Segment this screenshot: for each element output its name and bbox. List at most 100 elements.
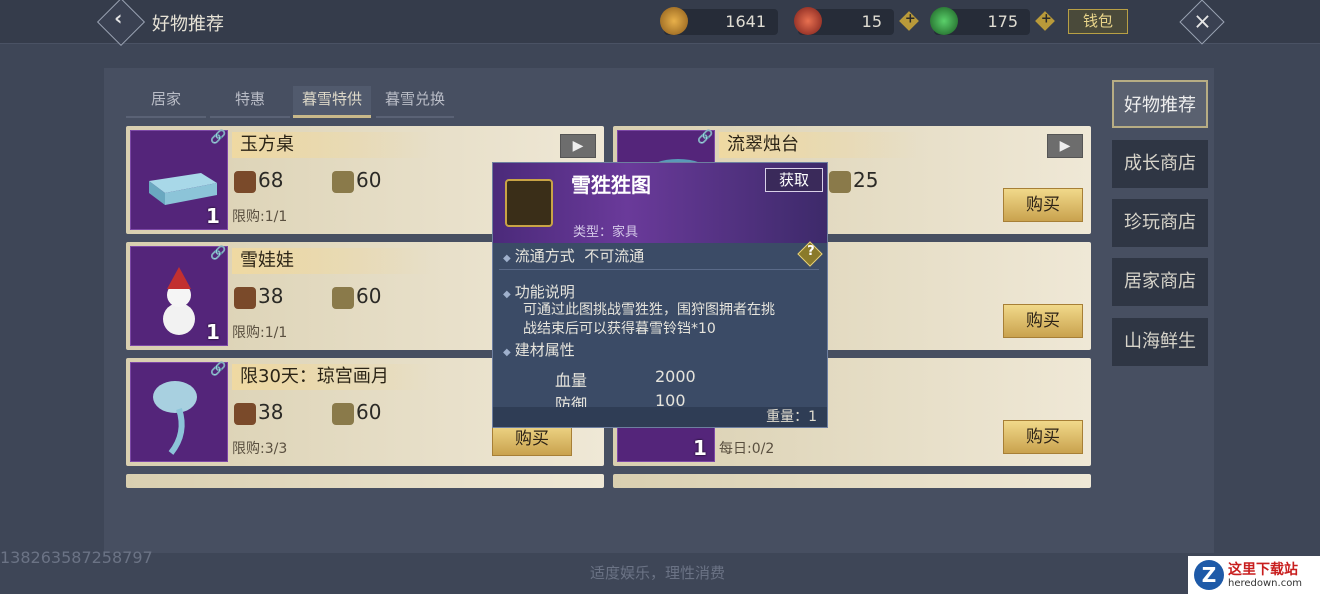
plus-icon: + (1040, 11, 1052, 27)
sidebar-item-growth[interactable]: 成长商店 (1112, 140, 1208, 188)
shop-sidebar: 好物推荐 成长商店 珍玩商店 居家商店 山海鲜生 (1104, 68, 1216, 553)
tab-muxue-exchange[interactable]: 暮雪兑换 (376, 86, 454, 118)
buy-button[interactable]: 购买 (1003, 304, 1083, 338)
tab-muxue-special[interactable]: 暮雪特供 (293, 86, 371, 118)
price-value: 60 (356, 400, 382, 424)
attribute-title-text: 建材属性 (514, 341, 575, 359)
item-weight: 重量：1 (493, 407, 827, 427)
bell-icon (332, 402, 354, 425)
tab-special[interactable]: 特惠 (210, 86, 290, 118)
back-arrow-icon: ‹ (114, 5, 123, 30)
gold-coin-value: 1641 (725, 12, 766, 31)
item-detail-popup: 雪狌狌图 获取 类型：家具 ◆ 流通方式 不可流通 ? ◆ 功能说明 可通过此图挑战… (492, 162, 828, 428)
circulation-value: 不可流通 (584, 247, 645, 265)
sidebar-item-treasure[interactable]: 珍玩商店 (1112, 199, 1208, 247)
circulation-label: 流通方式 (514, 247, 575, 265)
back-button[interactable]: ‹ (96, 0, 146, 47)
diamond-icon: ◆ (503, 289, 511, 300)
video-preview-button[interactable]: ▶ (1047, 134, 1083, 158)
price-chest: 38 (234, 284, 283, 309)
page-title: 好物推荐 (152, 14, 224, 35)
logo-url: heredown.com (1228, 578, 1303, 589)
chest-icon (234, 402, 256, 425)
price-value: 38 (258, 284, 284, 308)
camera-icon: ▶ (572, 138, 584, 154)
link-icon: 🔗 (210, 130, 227, 145)
close-button[interactable]: × (1179, 0, 1225, 45)
item-name: 限30天：琼宫画月 (232, 364, 432, 390)
logo-icon: Z (1194, 560, 1224, 590)
scroll-icon (505, 179, 553, 227)
diamond-icon: ◆ (503, 347, 511, 358)
item-quantity: 1 (206, 204, 220, 228)
attribute-title: ◆ 建材属性 (503, 339, 575, 360)
buy-button[interactable]: 购买 (1003, 420, 1083, 454)
item-quantity: 1 (206, 320, 220, 344)
bell-icon (829, 170, 851, 193)
red-coin-icon (794, 7, 822, 35)
sidebar-item-recommended[interactable]: 好物推荐 (1112, 80, 1208, 128)
hp-label: 血量 (555, 371, 588, 390)
question-icon: ? (807, 243, 815, 259)
link-icon: 🔗 (210, 246, 227, 261)
item-name: 玉方桌 (232, 132, 432, 158)
bell-icon (332, 286, 354, 309)
green-coin-value: 175 (987, 12, 1018, 31)
add-green-coin-button[interactable]: + (1035, 11, 1055, 31)
divider (499, 269, 819, 270)
close-icon: × (1193, 9, 1212, 35)
purchase-limit: 限购:3/3 (232, 441, 288, 457)
price-value: 60 (356, 284, 382, 308)
red-coin-value: 15 (861, 12, 882, 31)
price-chest: 68 (234, 168, 283, 193)
purchase-limit: 限购:1/1 (232, 325, 288, 341)
price-value: 38 (258, 400, 284, 424)
item-card[interactable] (126, 474, 604, 488)
plus-icon: + (904, 11, 916, 27)
chest-icon (234, 170, 256, 193)
purchase-limit: 每日:0/2 (719, 441, 775, 457)
price-chest: 38 (234, 400, 283, 425)
add-red-coin-button[interactable]: + (899, 11, 919, 31)
get-button[interactable]: 获取 (765, 168, 823, 192)
logo-text: 这里下载站 (1228, 562, 1298, 578)
buy-button[interactable]: 购买 (1003, 188, 1083, 222)
link-icon: 🔗 (697, 130, 714, 145)
price-bell: 60 (332, 168, 381, 193)
item-name: 流翠烛台 (719, 132, 919, 158)
popup-item-name: 雪狌狌图 (571, 173, 651, 197)
function-description: 可通过此图挑战雪狌狌，围狩图拥者在挑 (523, 302, 775, 318)
chest-icon (234, 286, 256, 309)
item-image (130, 362, 228, 462)
currency-green: 175 (930, 7, 1030, 35)
site-watermark: Z 这里下载站 heredown.com (1188, 556, 1320, 594)
price-bell: 60 (332, 284, 381, 309)
price-bell: 25 (829, 168, 878, 193)
item-card[interactable] (613, 474, 1091, 488)
wallet-button[interactable]: 钱包 (1068, 9, 1128, 34)
healthy-gaming-notice: 适度娱乐，理性消费 (590, 564, 726, 582)
item-quantity: 1 (693, 436, 707, 460)
currency-red: 15 (794, 7, 894, 35)
currency-gold: 1641 (660, 7, 778, 35)
diamond-icon: ◆ (503, 253, 511, 264)
link-icon: 🔗 (210, 362, 227, 377)
bell-icon (332, 170, 354, 193)
gold-coin-icon (660, 7, 688, 35)
help-button[interactable]: ? (797, 241, 823, 267)
top-bar: ‹ 好物推荐 1641 15 + 175 + 钱包 × (0, 0, 1320, 47)
circulation-row: ◆ 流通方式 不可流通 (503, 245, 644, 266)
popup-item-type: 类型：家具 (573, 225, 639, 240)
sidebar-item-fresh[interactable]: 山海鲜生 (1112, 318, 1208, 366)
video-preview-button[interactable]: ▶ (560, 134, 596, 158)
camera-icon: ▶ (1059, 138, 1071, 154)
green-coin-icon (930, 7, 958, 35)
function-description: 战结束后可以获得暮雪铃铛*10 (523, 321, 716, 337)
price-value: 60 (356, 168, 382, 192)
purchase-limit: 限购:1/1 (232, 209, 288, 225)
sidebar-item-home[interactable]: 居家商店 (1112, 258, 1208, 306)
item-name: 雪娃娃 (232, 248, 432, 274)
tab-home[interactable]: 居家 (126, 86, 206, 118)
user-id: 138263587258797 (0, 548, 153, 567)
price-bell: 60 (332, 400, 381, 425)
